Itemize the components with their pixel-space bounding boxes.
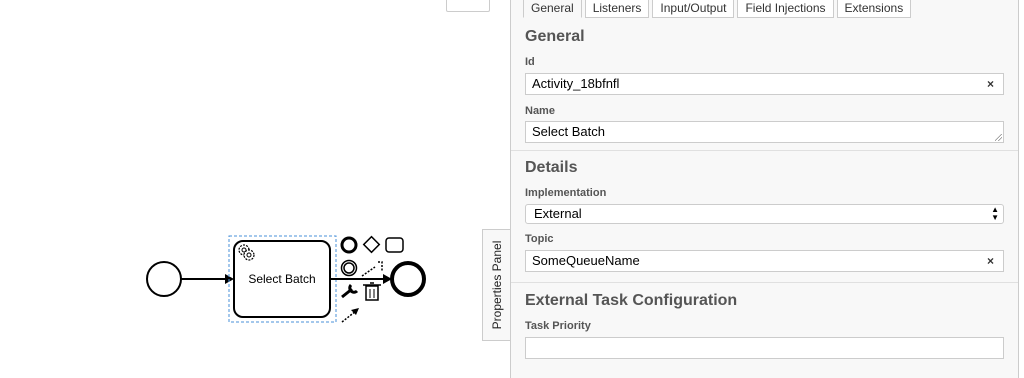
connect-icon[interactable] [361, 261, 383, 277]
id-label: Id [525, 56, 535, 68]
properties-panel-toggle[interactable]: Properties Panel [482, 229, 510, 341]
group-title-details: Details [525, 159, 578, 176]
tab-listeners[interactable]: Listeners [584, 0, 650, 18]
topic-clear-icon[interactable]: × [987, 251, 994, 271]
tab-input-output[interactable]: Input/Output [652, 0, 735, 18]
properties-panel: General Listeners Input/Output Field Inj… [510, 0, 1019, 378]
append-end-event-icon[interactable] [340, 236, 358, 254]
start-event[interactable] [146, 261, 182, 297]
select-arrows-icon: ▲ ▼ [991, 205, 999, 222]
name-value: Select Batch [532, 124, 605, 139]
id-value: Activity_18bfnfl [532, 76, 620, 91]
canvas-tool-button[interactable] [446, 0, 490, 12]
bpmn-canvas[interactable]: Select Batch [0, 0, 510, 378]
topic-field[interactable]: SomeQueueName × [525, 250, 1004, 272]
implementation-select[interactable]: External ▲ ▼ [525, 204, 1004, 224]
properties-panel-toggle-label: Properties Panel [489, 240, 504, 330]
topic-value: SomeQueueName [532, 253, 640, 268]
append-gateway-icon[interactable] [362, 235, 381, 254]
tab-field-injections[interactable]: Field Injections [737, 0, 834, 18]
implementation-label: Implementation [525, 187, 607, 199]
topic-label: Topic [525, 233, 554, 245]
implementation-value: External [534, 206, 582, 221]
id-field[interactable]: Activity_18bfnfl × [525, 73, 1004, 95]
tab-general[interactable]: General [523, 0, 582, 18]
group-title-general: General [525, 28, 585, 45]
id-clear-icon[interactable]: × [987, 74, 994, 94]
group-divider [511, 282, 1018, 283]
group-divider [511, 150, 1018, 151]
task-priority-field[interactable] [525, 337, 1004, 359]
trash-icon[interactable] [363, 282, 381, 301]
append-task-icon[interactable] [385, 237, 404, 253]
name-label: Name [525, 105, 555, 117]
end-event[interactable] [390, 261, 426, 297]
task-priority-label: Task Priority [525, 320, 591, 332]
tab-extensions[interactable]: Extensions [836, 0, 912, 18]
name-field[interactable]: Select Batch [525, 121, 1004, 143]
arrow-icon[interactable] [341, 308, 359, 323]
group-title-external-task: External Task Configuration [525, 292, 738, 309]
task-label: Select Batch [248, 272, 315, 286]
wrench-icon[interactable] [341, 283, 359, 299]
resize-handle-icon[interactable] [995, 134, 1002, 141]
properties-tabs: General Listeners Input/Output Field Inj… [523, 0, 914, 18]
